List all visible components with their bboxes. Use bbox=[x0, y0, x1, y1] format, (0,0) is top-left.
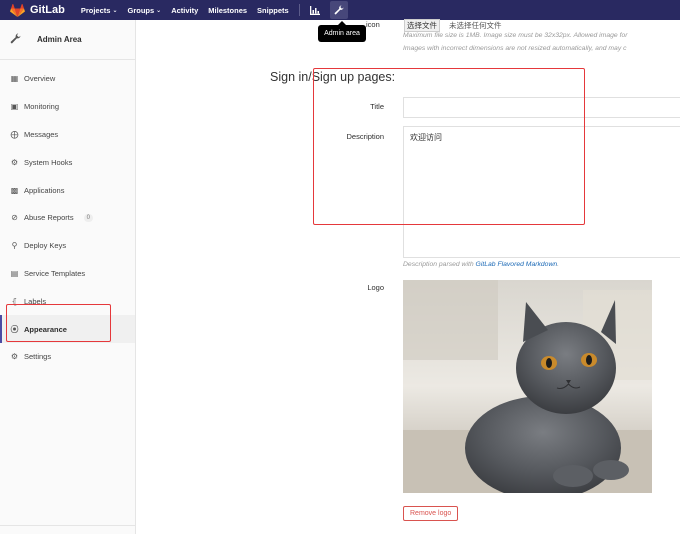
nav-activity[interactable]: Activity bbox=[171, 6, 198, 15]
abuse-icon: ⊘ bbox=[11, 213, 18, 223]
sidebar-item-overview[interactable]: ▦ Overview bbox=[0, 65, 135, 93]
remove-logo-button[interactable]: Remove logo bbox=[403, 506, 459, 521]
chevron-down-icon: ⌄ bbox=[156, 7, 162, 14]
nav-divider bbox=[298, 4, 300, 16]
sidebar-item-label: System Hooks bbox=[24, 157, 73, 167]
nav-projects-label: Projects bbox=[80, 5, 111, 15]
sidebar-item-label: Settings bbox=[24, 352, 52, 362]
admin-sidebar: Admin Area ▦ Overview ▣ Monitoring ⨁ Mes… bbox=[0, 20, 136, 534]
sidebar-item-label: Messages bbox=[24, 129, 59, 139]
template-icon: ▤ bbox=[10, 268, 19, 278]
gear-icon: ⚙ bbox=[10, 352, 19, 362]
grid-icon: ▦ bbox=[10, 74, 19, 84]
key-icon: ⚲ bbox=[11, 241, 18, 251]
wrench-icon bbox=[10, 33, 24, 47]
chart-icon[interactable] bbox=[306, 1, 324, 19]
choose-file-button[interactable]: 选择文件 bbox=[404, 19, 440, 32]
nav-milestones[interactable]: Milestones bbox=[208, 6, 247, 15]
nav-milestones-label: Milestones bbox=[208, 5, 248, 15]
favicon-label: icon bbox=[366, 20, 380, 29]
favicon-help-dimensions: Images with incorrect dimensions are not… bbox=[403, 45, 627, 52]
abuse-count-badge: 0 bbox=[83, 213, 93, 222]
sidebar-item-label: Monitoring bbox=[24, 102, 60, 112]
annotation-box-signin bbox=[313, 68, 585, 225]
admin-wrench-icon[interactable] bbox=[329, 1, 348, 19]
hook-icon: ⚙ bbox=[10, 157, 19, 167]
brand-name: GitLab bbox=[30, 4, 65, 16]
sidebar-item-settings[interactable]: ⚙ Settings bbox=[0, 343, 135, 371]
sidebar-title: Admin Area bbox=[37, 35, 82, 44]
markdown-help: Description parsed with GitLab Flavored … bbox=[403, 261, 559, 268]
nav-snippets[interactable]: Snippets bbox=[257, 6, 289, 15]
favicon-help-size: Maximum file size is 1MB. Image size mus… bbox=[403, 32, 628, 39]
gitlab-logo[interactable]: GitLab bbox=[10, 3, 65, 17]
gitlab-tanuki-icon bbox=[10, 3, 25, 17]
markdown-help-suffix: . bbox=[557, 261, 560, 268]
sidebar-item-applications[interactable]: ▩ Applications bbox=[0, 176, 135, 204]
logo-preview-image bbox=[403, 280, 652, 493]
nav-groups-label: Groups bbox=[127, 5, 155, 15]
nav-projects[interactable]: Projects ⌄ bbox=[81, 6, 118, 15]
markdown-help-link[interactable]: GitLab Flavored Markdown bbox=[476, 261, 558, 268]
annotation-box-appearance bbox=[6, 304, 111, 342]
logo-label: Logo bbox=[367, 283, 384, 292]
sidebar-item-service-templates[interactable]: ▤ Service Templates bbox=[0, 260, 135, 288]
sidebar-header[interactable]: Admin Area bbox=[0, 20, 135, 60]
nav-snippets-label: Snippets bbox=[257, 5, 289, 15]
top-navbar: GitLab Projects ⌄ Groups ⌄ Activity Milest… bbox=[0, 0, 680, 20]
sidebar-item-system-hooks[interactable]: ⚙ System Hooks bbox=[0, 148, 135, 176]
sidebar-item-messages[interactable]: ⨁ Messages bbox=[0, 121, 135, 149]
sidebar-item-label: Abuse Reports bbox=[24, 213, 74, 223]
sidebar-item-label: Service Templates bbox=[24, 268, 86, 278]
chevron-down-icon: ⌄ bbox=[112, 7, 118, 14]
broadcast-icon: ⨁ bbox=[10, 129, 19, 139]
sidebar-item-monitoring[interactable]: ▣ Monitoring bbox=[0, 93, 135, 121]
sidebar-item-deploy-keys[interactable]: ⚲ Deploy Keys bbox=[0, 232, 135, 260]
markdown-help-prefix: Description parsed with bbox=[403, 261, 474, 268]
monitor-icon: ▣ bbox=[10, 102, 19, 112]
sidebar-item-label: Overview bbox=[24, 74, 56, 84]
no-file-chosen-text: 未选择任何文件 bbox=[449, 21, 502, 30]
sidebar-item-abuse-reports[interactable]: ⊘ Abuse Reports 0 bbox=[0, 204, 135, 232]
sidebar-footer-divider bbox=[0, 525, 136, 526]
apps-icon: ▩ bbox=[10, 185, 19, 195]
nav-groups[interactable]: Groups ⌄ bbox=[127, 6, 161, 15]
nav-activity-label: Activity bbox=[171, 5, 199, 15]
sidebar-item-label: Applications bbox=[24, 185, 65, 195]
sidebar-item-label: Deploy Keys bbox=[24, 241, 67, 251]
